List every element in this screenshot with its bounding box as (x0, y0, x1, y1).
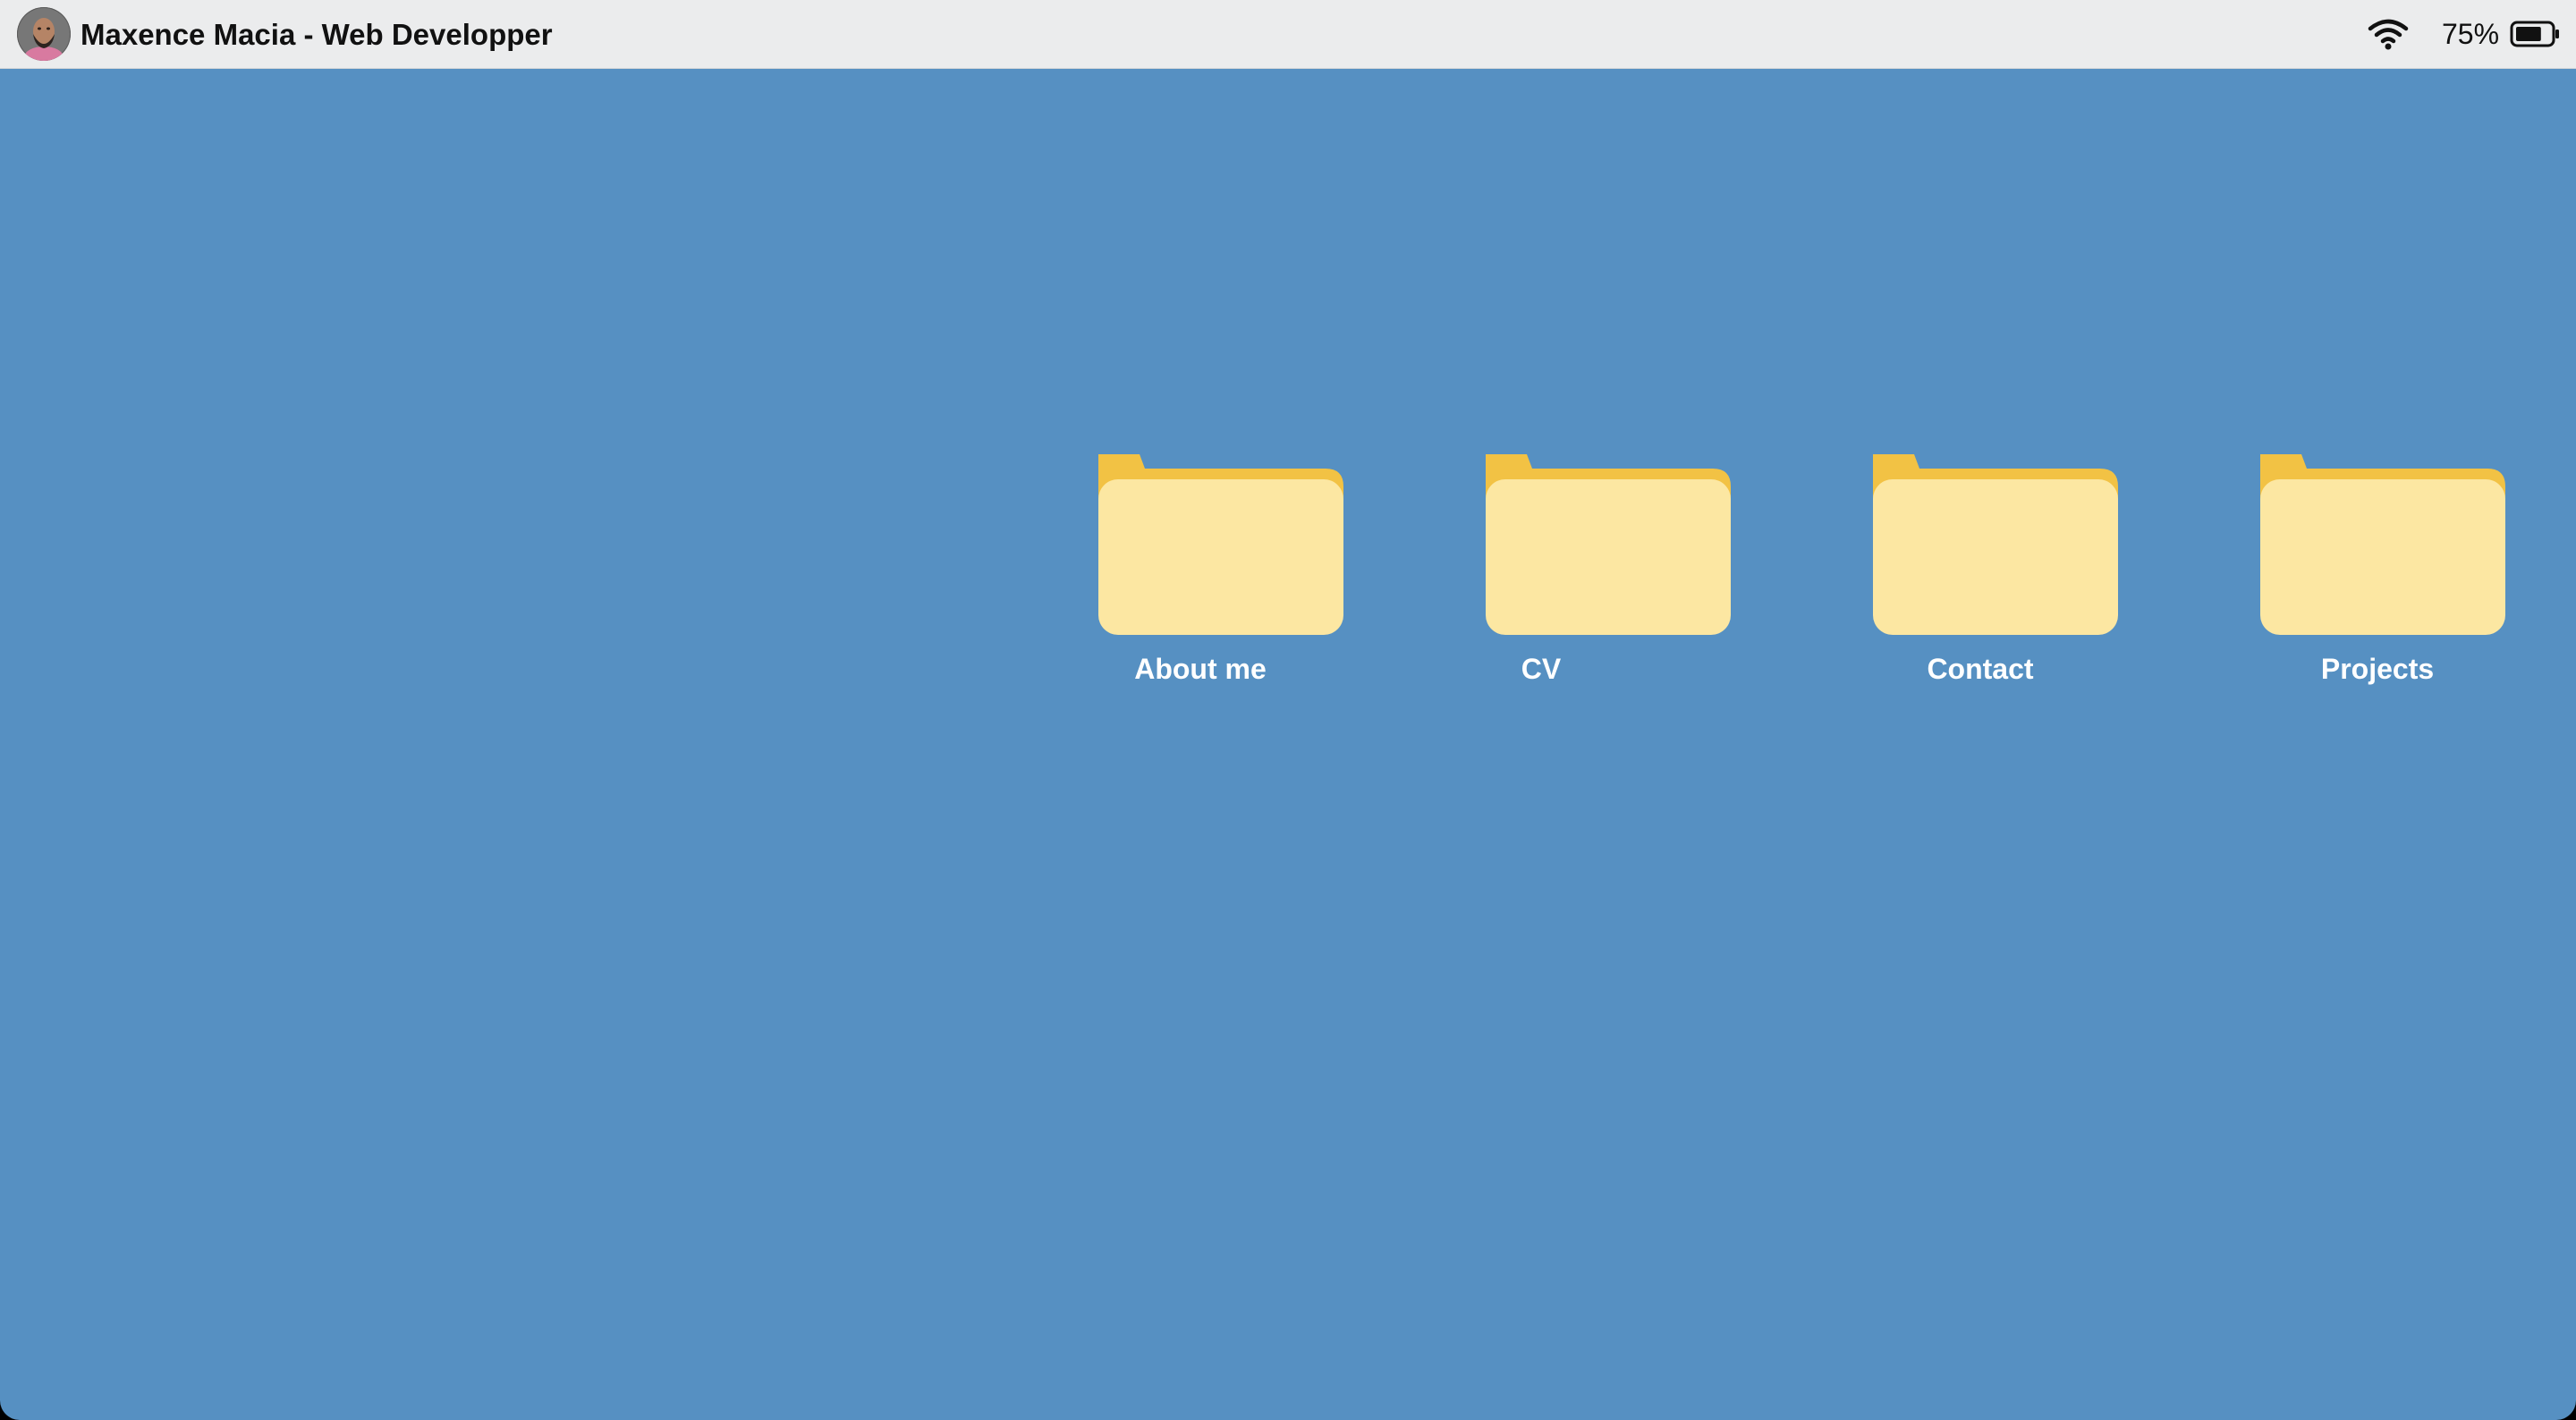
folder-label: CV (1521, 653, 1562, 685)
folder-icon (1098, 454, 1343, 635)
battery-level-fill (2516, 27, 2541, 41)
menu-bar: Maxence Macia - Web Developper 75% (0, 0, 2576, 69)
desktop: Maxence Macia - Web Developper 75% About… (0, 0, 2576, 1420)
folder-label: About me (1134, 653, 1267, 685)
avatar[interactable] (17, 7, 71, 61)
wifi-icon[interactable] (2367, 18, 2410, 50)
folder-icon (2260, 454, 2505, 635)
site-title: Maxence Macia - Web Developper (80, 18, 553, 51)
folder-label: Contact (1927, 653, 2034, 685)
folder-label: Projects (2320, 653, 2435, 685)
avatar-photo-icon (17, 7, 71, 61)
folder-icon (1873, 454, 2118, 635)
battery-icon[interactable] (2510, 20, 2560, 48)
folder-icon (1486, 454, 1731, 635)
battery-percent: 75% (2442, 18, 2500, 50)
